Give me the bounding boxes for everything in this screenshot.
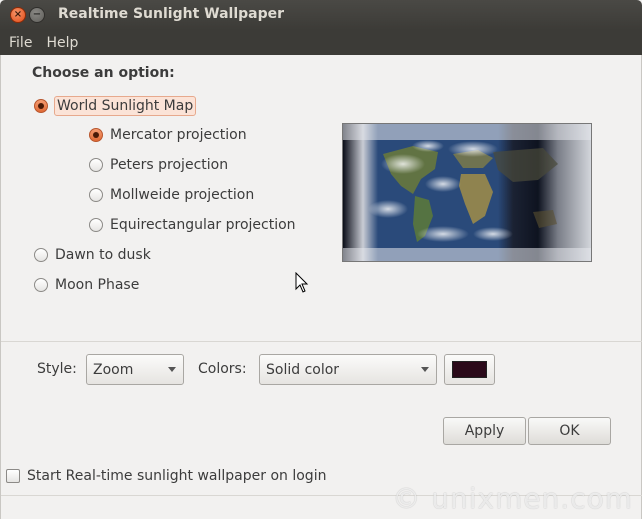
style-dropdown-value: Zoom xyxy=(93,361,134,378)
radio-label: Mercator projection xyxy=(110,127,247,143)
radio-equirectangular-projection[interactable]: Equirectangular projection xyxy=(89,217,296,233)
ok-button[interactable]: OK xyxy=(528,417,611,445)
title-bar: × − Realtime Sunlight Wallpaper xyxy=(0,0,642,30)
radio-label: Moon Phase xyxy=(55,277,140,293)
radio-button[interactable] xyxy=(89,158,103,172)
radio-moon-phase[interactable]: Moon Phase xyxy=(34,277,139,293)
section-divider xyxy=(1,341,642,342)
radio-label: Dawn to dusk xyxy=(55,247,151,263)
radio-mercator-projection[interactable]: Mercator projection xyxy=(89,127,247,143)
options-heading: Choose an option: xyxy=(32,65,175,81)
window-title: Realtime Sunlight Wallpaper xyxy=(58,6,285,22)
watermark: © unixmen.com xyxy=(392,482,633,515)
style-dropdown[interactable]: Zoom xyxy=(86,354,184,385)
radio-button[interactable] xyxy=(34,248,48,262)
radio-label: Mollweide projection xyxy=(110,187,255,203)
login-checkbox-row[interactable]: Start Real-time sunlight wallpaper on lo… xyxy=(6,468,326,484)
radio-dawn-to-dusk[interactable]: Dawn to dusk xyxy=(34,247,151,263)
minimize-icon: − xyxy=(32,9,42,20)
radio-button[interactable] xyxy=(89,128,103,142)
radio-button[interactable] xyxy=(89,188,103,202)
mouse-cursor-icon xyxy=(295,272,309,293)
world-map-image xyxy=(343,124,591,261)
menu-bar: File Help xyxy=(0,30,642,55)
minimize-window-button[interactable]: − xyxy=(29,7,45,23)
world-map-preview xyxy=(342,123,592,262)
radio-button[interactable] xyxy=(89,218,103,232)
radio-label: Peters projection xyxy=(110,157,229,173)
radio-label: World Sunlight Map xyxy=(54,96,197,116)
login-checkbox[interactable] xyxy=(6,469,20,483)
style-label: Style: xyxy=(37,361,77,377)
colors-dropdown-value: Solid color xyxy=(266,361,340,378)
close-window-button[interactable]: × xyxy=(10,7,26,23)
dropdown-arrow-icon xyxy=(421,367,429,372)
radio-mollweide-projection[interactable]: Mollweide projection xyxy=(89,187,254,203)
menu-file[interactable]: File xyxy=(9,35,32,51)
apply-button[interactable]: Apply xyxy=(443,417,526,445)
radio-world-sunlight-map[interactable]: World Sunlight Map xyxy=(34,96,197,116)
color-swatch xyxy=(452,361,487,378)
colors-dropdown[interactable]: Solid color xyxy=(259,354,437,385)
menu-help[interactable]: Help xyxy=(46,35,78,51)
radio-button[interactable] xyxy=(34,278,48,292)
radio-peters-projection[interactable]: Peters projection xyxy=(89,157,228,173)
main-content: Choose an option: World Sunlight Map Mer… xyxy=(0,55,642,519)
radio-button[interactable] xyxy=(34,99,48,113)
close-icon: × xyxy=(13,9,23,20)
radio-label: Equirectangular projection xyxy=(110,217,296,233)
login-checkbox-label: Start Real-time sunlight wallpaper on lo… xyxy=(27,468,327,484)
colors-label: Colors: xyxy=(198,361,247,377)
dropdown-arrow-icon xyxy=(168,367,176,372)
color-picker-button[interactable] xyxy=(444,354,495,385)
